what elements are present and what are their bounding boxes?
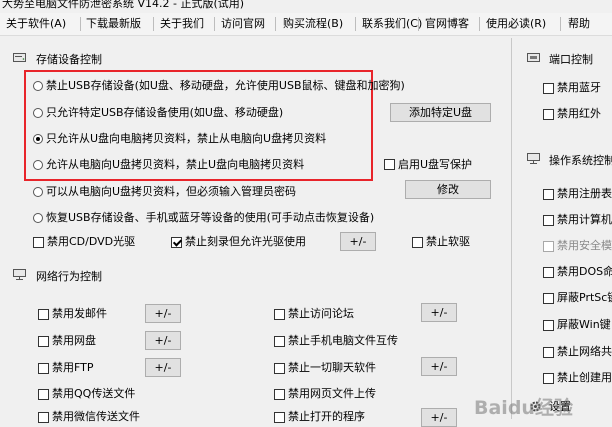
storage-option-usb-to-pc-only[interactable] xyxy=(33,134,43,144)
block-prtsc-checkbox[interactable] xyxy=(543,293,554,304)
disable-forum-checkbox[interactable] xyxy=(274,309,285,320)
storage-option-password-copy[interactable] xyxy=(33,187,43,197)
storage-option-label: 允许从电脑向U盘拷贝资料，禁止U盘向电脑拷贝资料 xyxy=(46,158,305,171)
os-option-label: 屏蔽Win键 xyxy=(557,318,611,331)
os-option-label: 屏蔽PrtSc键 xyxy=(557,291,612,304)
storage-option-label: 禁止USB存储设备(如U盘、移动硬盘，允许使用USB鼠标、键盘和加密狗) xyxy=(46,79,405,92)
disable-web-upload-checkbox[interactable] xyxy=(274,389,285,400)
menu-about-us[interactable]: 关于我们 xyxy=(160,13,204,35)
chat-settings-button[interactable]: +/- xyxy=(421,357,457,376)
storage-option-restore-devices[interactable] xyxy=(33,213,43,223)
storage-section-icon xyxy=(13,53,26,62)
disable-phone-transfer-checkbox[interactable] xyxy=(274,336,285,347)
write-protect-checkbox[interactable] xyxy=(384,159,395,170)
disable-burn-checkbox[interactable] xyxy=(171,237,182,248)
os-option-label: 禁止网络共享 xyxy=(557,345,612,358)
os-option-label: 禁用注册表 xyxy=(557,187,612,200)
network-option-label: 禁止访问论坛 xyxy=(288,307,354,320)
watermark-text: Baidu经验 xyxy=(474,397,573,419)
disable-network-share-checkbox[interactable] xyxy=(543,347,554,358)
title-bar: 大势至电脑文件防泄密系统 V14.2 - 正式版(试用) xyxy=(0,0,612,12)
block-programs-checkbox[interactable] xyxy=(274,412,285,423)
disable-dos-checkbox[interactable] xyxy=(543,267,554,278)
write-protect-label: 启用U盘写保护 xyxy=(398,158,473,171)
os-option-label: 禁用DOS命令 xyxy=(557,265,612,278)
storage-option-disable-usb[interactable] xyxy=(33,81,43,91)
disable-chat-software-checkbox[interactable] xyxy=(274,363,285,374)
forum-settings-button[interactable]: +/- xyxy=(421,303,457,322)
network-section-title: 网络行为控制 xyxy=(36,270,102,283)
disable-wechat-file-checkbox[interactable] xyxy=(38,412,49,423)
storage-option-label: 恢复USB存储设备、手机或蓝牙等设备的使用(可手动点击恢复设备) xyxy=(46,211,375,224)
disable-floppy-label: 禁止软驱 xyxy=(426,235,470,248)
menu-help[interactable]: 帮助 xyxy=(568,13,590,35)
network-option-label: 禁用网页文件上传 xyxy=(288,387,376,400)
disable-cd-label: 禁用CD/DVD光驱 xyxy=(47,235,136,248)
menu-website[interactable]: 访问官网 xyxy=(221,13,265,35)
menu-separator xyxy=(80,17,81,31)
menu-about[interactable]: 关于软件(A) xyxy=(6,13,66,35)
disable-bluetooth-checkbox[interactable] xyxy=(543,83,554,94)
programs-settings-button[interactable]: +/- xyxy=(421,408,457,427)
disable-netdisk-checkbox[interactable] xyxy=(38,336,49,347)
disable-computer-checkbox[interactable] xyxy=(543,215,554,226)
menu-must-read[interactable]: 使用必读(R) xyxy=(486,13,546,35)
network-option-label: 禁用网盘 xyxy=(52,334,96,347)
panel-divider xyxy=(511,38,512,419)
menu-download[interactable]: 下载最新版 xyxy=(86,13,141,35)
disable-email-checkbox[interactable] xyxy=(38,309,49,320)
menu-bar: 关于软件(A) 下载最新版 关于我们 访问官网 购买流程(B) 联系我们(C) … xyxy=(0,13,612,36)
network-option-label: 禁用发邮件 xyxy=(52,307,107,320)
menu-separator xyxy=(153,17,154,31)
os-option-label: 禁止创建用户 xyxy=(557,371,612,384)
modify-password-button[interactable]: 修改 xyxy=(405,180,491,199)
menu-separator xyxy=(214,17,215,31)
window-title: 大势至电脑文件防泄密系统 V14.2 - 正式版(试用) xyxy=(2,0,245,10)
disable-ftp-checkbox[interactable] xyxy=(38,363,49,374)
port-option-label: 禁用红外 xyxy=(557,107,601,120)
disable-burn-label: 禁止刻录但允许光驱使用 xyxy=(185,235,306,248)
network-option-label: 禁止打开的程序 xyxy=(288,410,365,423)
os-option-label: 禁用计算机 xyxy=(557,213,612,226)
netdisk-settings-button[interactable]: +/- xyxy=(145,331,181,350)
burn-settings-button[interactable]: +/- xyxy=(340,232,376,251)
menu-separator xyxy=(355,17,356,31)
disable-floppy-checkbox[interactable] xyxy=(412,237,423,248)
network-option-label: 禁用微信传送文件 xyxy=(52,410,140,423)
storage-section-title: 存储设备控制 xyxy=(36,53,102,66)
os-section-title: 操作系统控制 xyxy=(549,154,612,167)
menu-separator xyxy=(560,17,561,31)
port-section-icon xyxy=(527,53,540,62)
storage-option-specific-usb[interactable] xyxy=(33,108,43,118)
add-specific-usb-button[interactable]: 添加特定U盘 xyxy=(390,103,491,122)
menu-contact[interactable]: 联系我们(C) xyxy=(362,13,422,35)
os-option-label: 禁用安全模式 xyxy=(557,239,612,252)
email-settings-button[interactable]: +/- xyxy=(145,304,181,323)
menu-separator xyxy=(479,17,480,31)
port-section-title: 端口控制 xyxy=(549,53,593,66)
menu-purchase[interactable]: 购买流程(B) xyxy=(283,13,343,35)
disable-create-user-checkbox[interactable] xyxy=(543,373,554,384)
ftp-settings-button[interactable]: +/- xyxy=(145,358,181,377)
disable-safe-mode-checkbox[interactable] xyxy=(543,241,554,252)
storage-option-label: 只允许特定USB存储设备使用(如U盘、移动硬盘) xyxy=(46,106,284,119)
storage-option-label: 可以从电脑向U盘拷贝资料，但必须输入管理员密码 xyxy=(46,185,297,198)
menu-separator xyxy=(418,17,419,31)
menu-blog[interactable]: 官网博客 xyxy=(425,13,469,35)
block-win-key-checkbox[interactable] xyxy=(543,320,554,331)
disable-qq-file-checkbox[interactable] xyxy=(38,389,49,400)
disable-registry-checkbox[interactable] xyxy=(543,189,554,200)
disable-cd-checkbox[interactable] xyxy=(33,237,44,248)
network-option-label: 禁用FTP xyxy=(52,361,94,374)
disable-infrared-checkbox[interactable] xyxy=(543,109,554,120)
os-section-icon xyxy=(527,153,540,164)
storage-option-label: 只允许从U盘向电脑拷贝资料，禁止从电脑向U盘拷贝资料 xyxy=(46,132,327,145)
menu-separator xyxy=(275,17,276,31)
network-option-label: 禁止一切聊天软件 xyxy=(288,361,376,374)
network-section-icon xyxy=(13,269,26,280)
storage-option-pc-to-usb-only[interactable] xyxy=(33,160,43,170)
network-option-label: 禁用QQ传送文件 xyxy=(52,387,136,400)
port-option-label: 禁用蓝牙 xyxy=(557,81,601,94)
network-option-label: 禁止手机电脑文件互传 xyxy=(288,334,398,347)
